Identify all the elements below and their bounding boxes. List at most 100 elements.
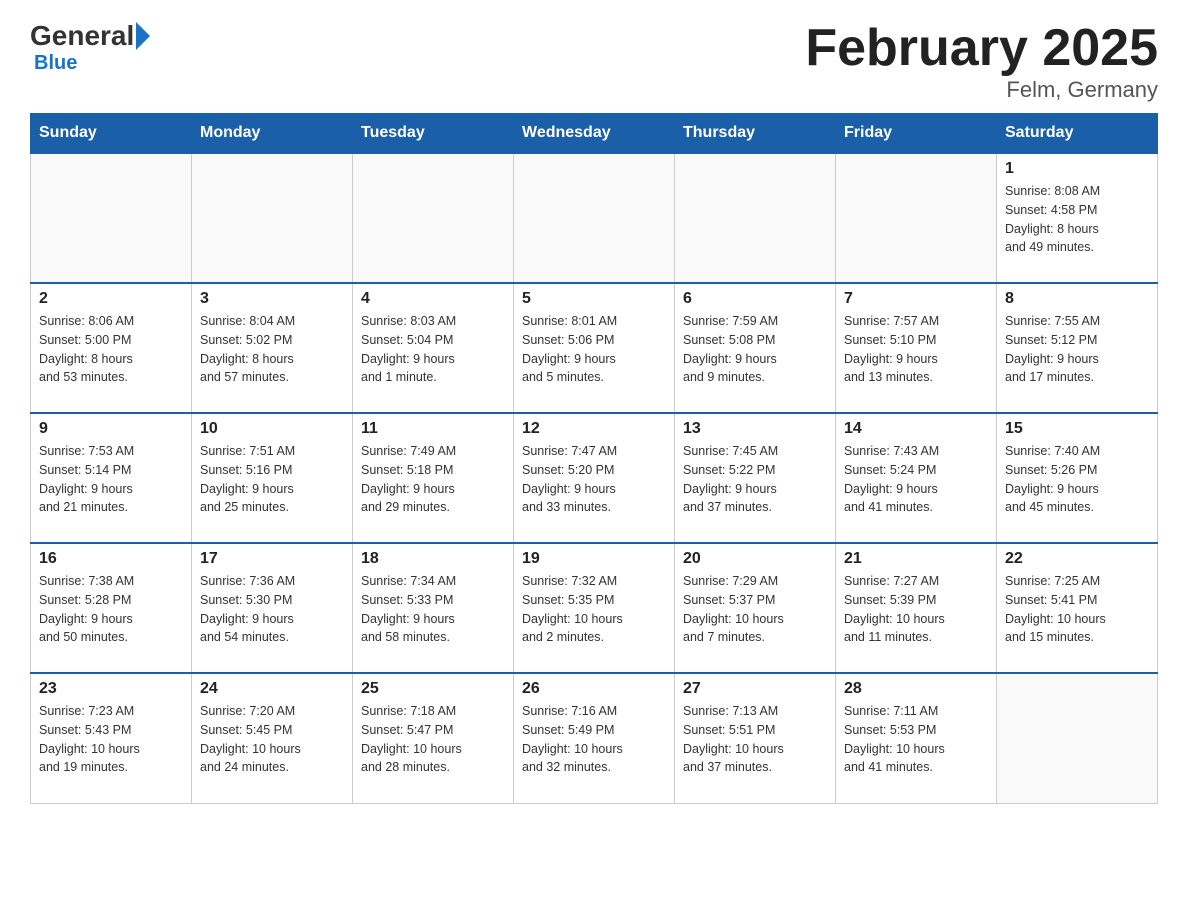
weekday-header-monday: Monday [192, 114, 353, 154]
calendar-cell [514, 153, 675, 283]
calendar-cell [353, 153, 514, 283]
day-number: 14 [844, 420, 988, 438]
calendar-cell: 14 Sunrise: 7:43 AM Sunset: 5:24 PM Dayli… [836, 413, 997, 543]
day-number: 27 [683, 680, 827, 698]
calendar-cell [31, 153, 192, 283]
weekday-header-sunday: Sunday [31, 114, 192, 154]
day-number: 21 [844, 550, 988, 568]
day-number: 24 [200, 680, 344, 698]
calendar-cell: 16 Sunrise: 7:38 AM Sunset: 5:28 PM Dayli… [31, 543, 192, 673]
day-number: 16 [39, 550, 183, 568]
day-number: 22 [1005, 550, 1149, 568]
day-number: 5 [522, 290, 666, 308]
day-info: Sunrise: 7:25 AM Sunset: 5:41 PM Dayligh… [1005, 572, 1149, 647]
day-info: Sunrise: 7:27 AM Sunset: 5:39 PM Dayligh… [844, 572, 988, 647]
weekday-header-saturday: Saturday [997, 114, 1158, 154]
day-info: Sunrise: 7:59 AM Sunset: 5:08 PM Dayligh… [683, 312, 827, 387]
calendar-cell: 27 Sunrise: 7:13 AM Sunset: 5:51 PM Dayli… [675, 673, 836, 803]
day-info: Sunrise: 7:57 AM Sunset: 5:10 PM Dayligh… [844, 312, 988, 387]
calendar-cell: 11 Sunrise: 7:49 AM Sunset: 5:18 PM Dayli… [353, 413, 514, 543]
calendar-cell: 10 Sunrise: 7:51 AM Sunset: 5:16 PM Dayli… [192, 413, 353, 543]
day-number: 10 [200, 420, 344, 438]
calendar-cell: 1 Sunrise: 8:08 AM Sunset: 4:58 PM Daylig… [997, 153, 1158, 283]
day-number: 23 [39, 680, 183, 698]
day-number: 4 [361, 290, 505, 308]
calendar-cell: 15 Sunrise: 7:40 AM Sunset: 5:26 PM Dayli… [997, 413, 1158, 543]
calendar-cell: 28 Sunrise: 7:11 AM Sunset: 5:53 PM Dayli… [836, 673, 997, 803]
calendar-cell: 22 Sunrise: 7:25 AM Sunset: 5:41 PM Dayli… [997, 543, 1158, 673]
weekday-header-friday: Friday [836, 114, 997, 154]
day-number: 11 [361, 420, 505, 438]
calendar-cell: 25 Sunrise: 7:18 AM Sunset: 5:47 PM Dayli… [353, 673, 514, 803]
day-info: Sunrise: 7:18 AM Sunset: 5:47 PM Dayligh… [361, 702, 505, 777]
day-number: 3 [200, 290, 344, 308]
page-header: General Blue February 2025 Felm, Germany [30, 20, 1158, 103]
day-number: 19 [522, 550, 666, 568]
day-info: Sunrise: 7:47 AM Sunset: 5:20 PM Dayligh… [522, 442, 666, 517]
day-info: Sunrise: 7:43 AM Sunset: 5:24 PM Dayligh… [844, 442, 988, 517]
day-number: 1 [1005, 160, 1149, 178]
day-info: Sunrise: 8:06 AM Sunset: 5:00 PM Dayligh… [39, 312, 183, 387]
day-number: 18 [361, 550, 505, 568]
day-info: Sunrise: 7:23 AM Sunset: 5:43 PM Dayligh… [39, 702, 183, 777]
day-number: 2 [39, 290, 183, 308]
title-block: February 2025 Felm, Germany [805, 20, 1158, 103]
day-number: 6 [683, 290, 827, 308]
location: Felm, Germany [805, 77, 1158, 103]
calendar-cell: 2 Sunrise: 8:06 AM Sunset: 5:00 PM Daylig… [31, 283, 192, 413]
calendar-cell: 21 Sunrise: 7:27 AM Sunset: 5:39 PM Dayli… [836, 543, 997, 673]
calendar-header: SundayMondayTuesdayWednesdayThursdayFrid… [31, 114, 1158, 154]
calendar-cell: 8 Sunrise: 7:55 AM Sunset: 5:12 PM Daylig… [997, 283, 1158, 413]
calendar-cell: 7 Sunrise: 7:57 AM Sunset: 5:10 PM Daylig… [836, 283, 997, 413]
day-number: 9 [39, 420, 183, 438]
calendar-cell [192, 153, 353, 283]
day-info: Sunrise: 7:20 AM Sunset: 5:45 PM Dayligh… [200, 702, 344, 777]
day-number: 7 [844, 290, 988, 308]
logo: General Blue [30, 20, 150, 75]
weekday-header-wednesday: Wednesday [514, 114, 675, 154]
calendar-cell: 23 Sunrise: 7:23 AM Sunset: 5:43 PM Dayli… [31, 673, 192, 803]
day-info: Sunrise: 8:03 AM Sunset: 5:04 PM Dayligh… [361, 312, 505, 387]
day-info: Sunrise: 7:16 AM Sunset: 5:49 PM Dayligh… [522, 702, 666, 777]
day-info: Sunrise: 7:55 AM Sunset: 5:12 PM Dayligh… [1005, 312, 1149, 387]
day-info: Sunrise: 7:49 AM Sunset: 5:18 PM Dayligh… [361, 442, 505, 517]
logo-blue: Blue [34, 52, 77, 75]
day-number: 12 [522, 420, 666, 438]
month-title: February 2025 [805, 20, 1158, 77]
day-number: 20 [683, 550, 827, 568]
day-info: Sunrise: 7:45 AM Sunset: 5:22 PM Dayligh… [683, 442, 827, 517]
calendar-cell: 26 Sunrise: 7:16 AM Sunset: 5:49 PM Dayli… [514, 673, 675, 803]
day-info: Sunrise: 7:51 AM Sunset: 5:16 PM Dayligh… [200, 442, 344, 517]
calendar-cell: 13 Sunrise: 7:45 AM Sunset: 5:22 PM Dayli… [675, 413, 836, 543]
day-number: 15 [1005, 420, 1149, 438]
calendar-cell: 9Sunrise: 7:53 AM Sunset: 5:14 PM Daylig… [31, 413, 192, 543]
day-number: 25 [361, 680, 505, 698]
calendar-cell [675, 153, 836, 283]
weekday-header-tuesday: Tuesday [353, 114, 514, 154]
calendar-cell: 18 Sunrise: 7:34 AM Sunset: 5:33 PM Dayli… [353, 543, 514, 673]
day-info: Sunrise: 7:13 AM Sunset: 5:51 PM Dayligh… [683, 702, 827, 777]
day-number: 17 [200, 550, 344, 568]
calendar-cell: 5Sunrise: 8:01 AM Sunset: 5:06 PM Daylig… [514, 283, 675, 413]
day-info: Sunrise: 7:32 AM Sunset: 5:35 PM Dayligh… [522, 572, 666, 647]
day-info: Sunrise: 7:36 AM Sunset: 5:30 PM Dayligh… [200, 572, 344, 647]
day-number: 28 [844, 680, 988, 698]
day-info: Sunrise: 7:29 AM Sunset: 5:37 PM Dayligh… [683, 572, 827, 647]
day-info: Sunrise: 7:11 AM Sunset: 5:53 PM Dayligh… [844, 702, 988, 777]
day-number: 26 [522, 680, 666, 698]
logo-arrow-icon [136, 22, 150, 50]
day-number: 8 [1005, 290, 1149, 308]
day-info: Sunrise: 7:34 AM Sunset: 5:33 PM Dayligh… [361, 572, 505, 647]
calendar-cell: 4 Sunrise: 8:03 AM Sunset: 5:04 PM Daylig… [353, 283, 514, 413]
calendar-cell: 3Sunrise: 8:04 AM Sunset: 5:02 PM Daylig… [192, 283, 353, 413]
calendar-cell [836, 153, 997, 283]
day-info: Sunrise: 7:38 AM Sunset: 5:28 PM Dayligh… [39, 572, 183, 647]
day-info: Sunrise: 8:08 AM Sunset: 4:58 PM Dayligh… [1005, 182, 1149, 257]
calendar-table: SundayMondayTuesdayWednesdayThursdayFrid… [30, 113, 1158, 804]
calendar-cell: 24 Sunrise: 7:20 AM Sunset: 5:45 PM Dayli… [192, 673, 353, 803]
day-number: 13 [683, 420, 827, 438]
logo-general: General [30, 20, 134, 52]
calendar-cell: 20 Sunrise: 7:29 AM Sunset: 5:37 PM Dayli… [675, 543, 836, 673]
day-info: Sunrise: 7:40 AM Sunset: 5:26 PM Dayligh… [1005, 442, 1149, 517]
calendar-cell: 17 Sunrise: 7:36 AM Sunset: 5:30 PM Dayli… [192, 543, 353, 673]
